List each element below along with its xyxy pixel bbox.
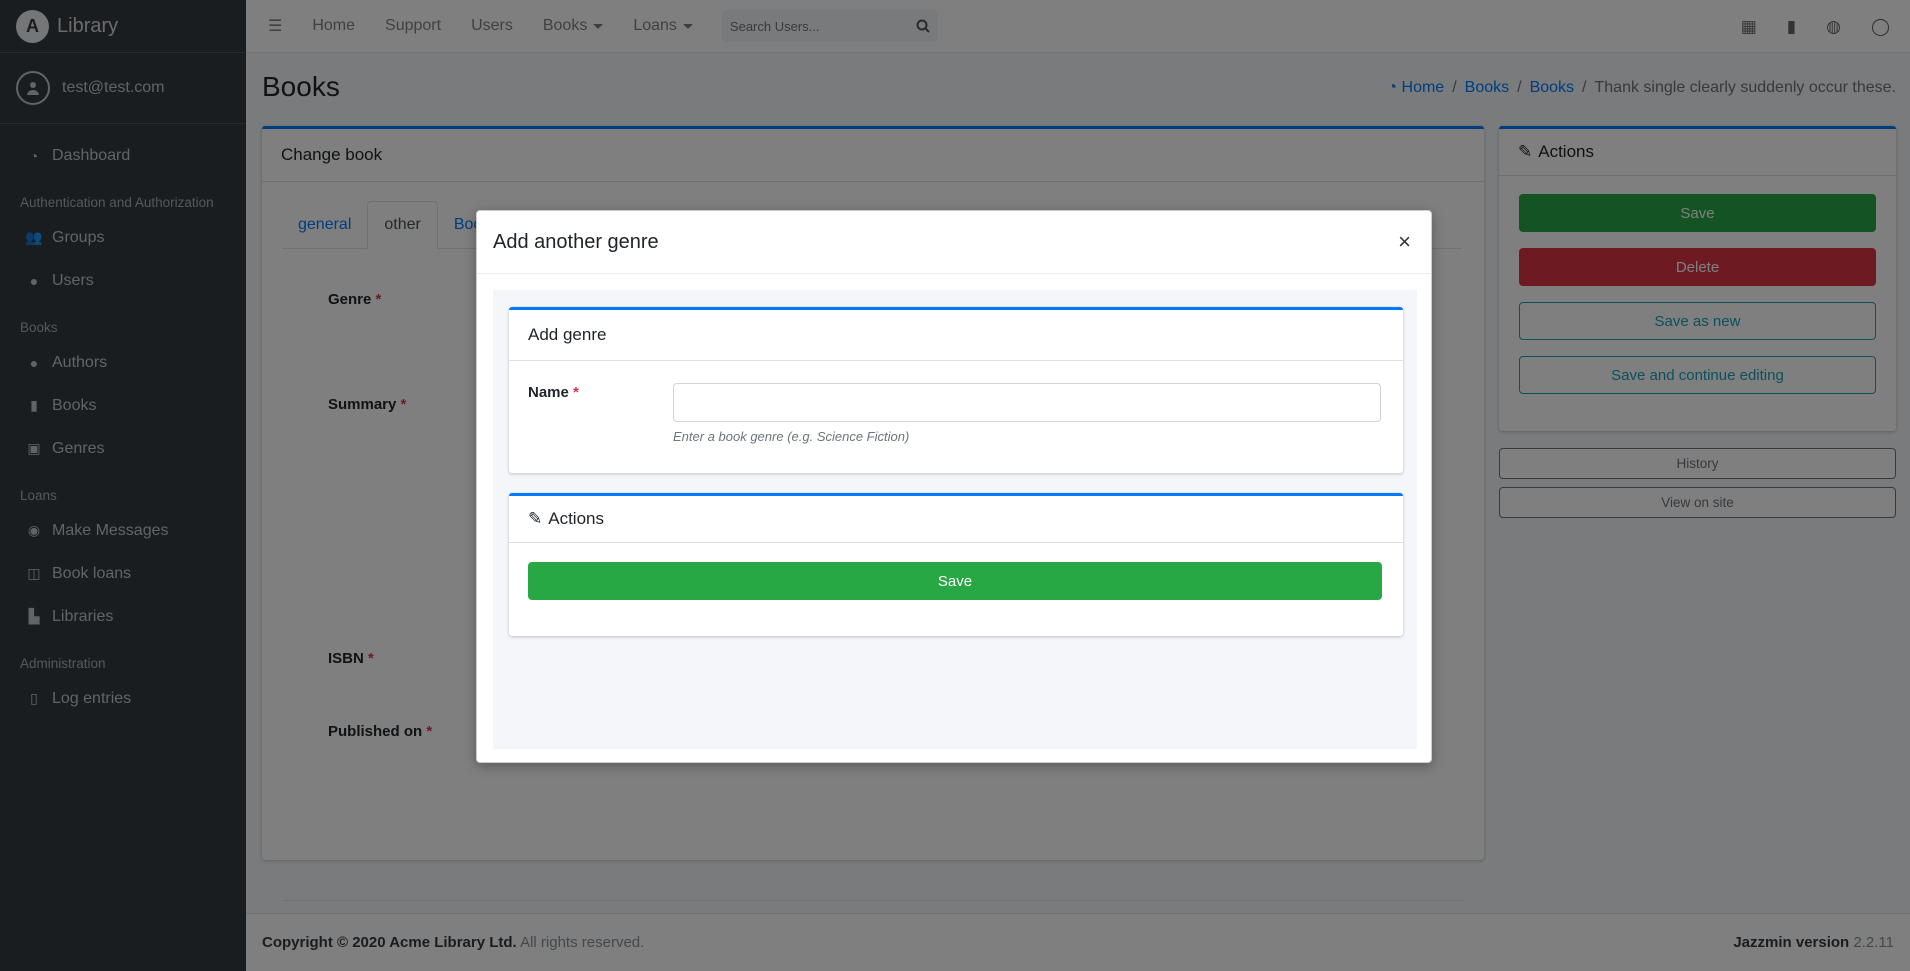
add-genre-card: Add genre Name * Enter a book genre (e.g… — [509, 307, 1403, 473]
add-genre-modal: Add another genre × Add genre Name * Ent… — [476, 210, 1432, 763]
close-icon[interactable]: × — [1398, 229, 1411, 255]
name-label: Name * — [528, 384, 579, 401]
modal-actions-title: Actions — [548, 509, 604, 528]
modal-actions-card: ✎ Actions Save — [509, 493, 1403, 636]
modal-body: Add genre Name * Enter a book genre (e.g… — [493, 290, 1417, 749]
required-mark: * — [573, 384, 579, 401]
modal-save-button[interactable]: Save — [528, 562, 1382, 600]
modal-header: Add another genre × — [477, 211, 1431, 274]
modal-actions-header: ✎ Actions — [509, 496, 1403, 543]
name-help-text: Enter a book genre (e.g. Science Fiction… — [673, 429, 910, 444]
name-input[interactable] — [673, 383, 1381, 422]
name-label-text: Name — [528, 384, 569, 401]
modal-title: Add another genre — [493, 230, 659, 253]
edit-icon: ✎ — [528, 509, 543, 528]
add-genre-card-title: Add genre — [509, 310, 1403, 361]
